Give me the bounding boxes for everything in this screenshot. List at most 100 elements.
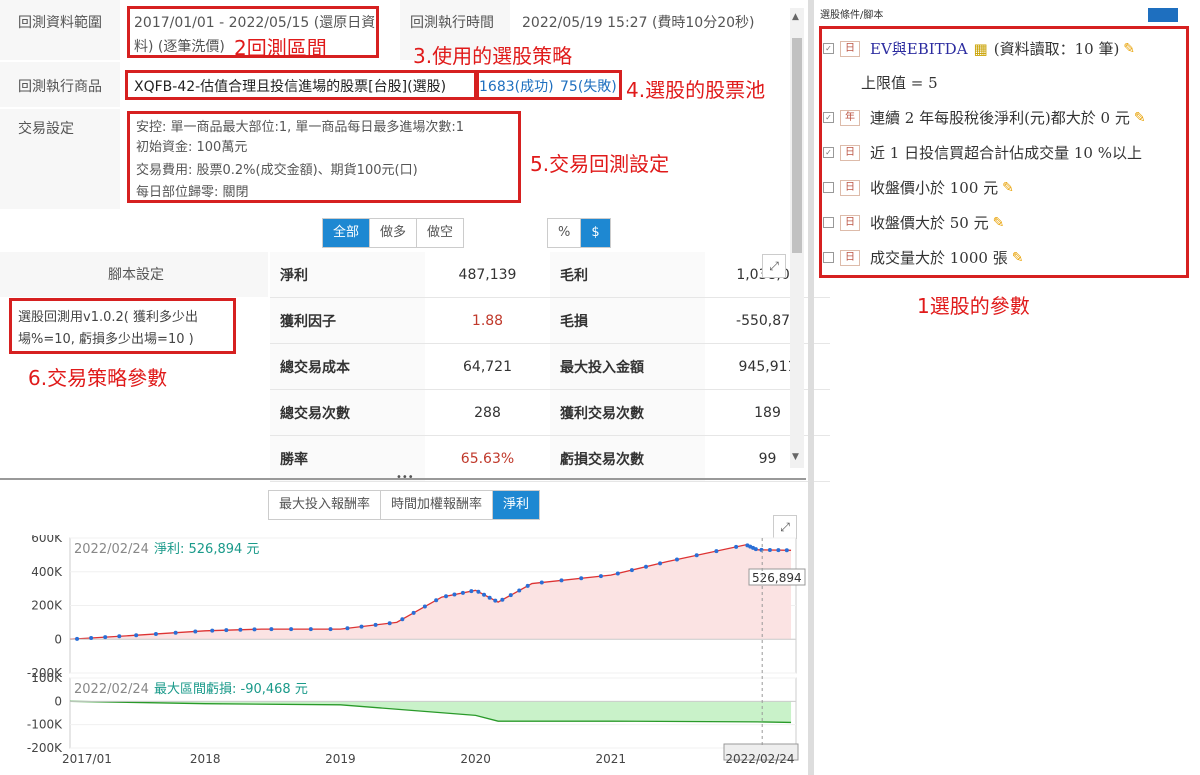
period-tag: 日: [840, 179, 860, 196]
scrollbar-thumb[interactable]: [792, 38, 802, 253]
trade-marker: [579, 576, 584, 581]
profit-date-label: 2022/02/24: [74, 542, 149, 557]
checkbox[interactable]: ✓: [823, 112, 834, 123]
stat-key: 虧損交易次數: [550, 435, 705, 482]
y-tick-label: 0: [54, 694, 62, 708]
scroll-up-icon[interactable]: ▲: [792, 12, 799, 22]
header-button[interactable]: [1148, 8, 1178, 22]
stat-key: 獲利因子: [270, 297, 425, 344]
trade-marker: [422, 604, 427, 609]
trade-marker: [487, 595, 492, 600]
edit-pencil-icon[interactable]: ✎: [1012, 250, 1024, 266]
trade-marker: [328, 627, 333, 632]
script-value-2: 場%=10, 虧損多少出場=10 ): [18, 332, 194, 347]
trade-marker: [629, 568, 634, 573]
x-tick-label: 2019: [325, 752, 356, 766]
period-tag: 日: [840, 249, 860, 266]
condition-item[interactable]: 日 收盤價大於 50 元 ✎: [823, 212, 1004, 233]
annotation-box-trade: [127, 111, 521, 203]
annotation-3: 3.使用的選股策略: [413, 44, 573, 68]
y-tick-label: 100K: [31, 671, 63, 685]
trade-marker: [103, 635, 108, 640]
condition-text: 成交量大於 1000 張: [870, 249, 1008, 267]
trade-marker: [89, 635, 94, 640]
stat-value: 65.63%: [425, 435, 550, 482]
filter-short-button[interactable]: 做空: [417, 219, 464, 247]
trade-marker: [493, 598, 498, 603]
condition-item[interactable]: ✓ 日 近 1 日投信買超合計佔成交量 10 %以上: [823, 142, 1142, 163]
right-panel-header: 選股條件/腳本: [820, 10, 884, 21]
x-tick-label: 2018: [190, 752, 221, 766]
trade-marker: [734, 544, 739, 549]
condition-text: 收盤價大於 50 元: [870, 214, 989, 232]
checkbox[interactable]: [823, 217, 834, 228]
edit-pencil-icon[interactable]: ✎: [1134, 110, 1146, 126]
y-tick-label: 200K: [31, 599, 63, 613]
table-row: 勝率 65.63% 虧損交易次數 99: [270, 435, 830, 482]
trade-marker: [210, 628, 215, 633]
param-text: 上限值 = 5: [861, 74, 938, 92]
filter-long-button[interactable]: 做多: [370, 219, 418, 247]
chart-icon[interactable]: ▦: [974, 40, 988, 58]
direction-filter-group: 全部 做多 做空: [322, 218, 465, 248]
tab-max-invest-return[interactable]: 最大投入報酬率: [269, 491, 382, 519]
edit-pencil-icon[interactable]: ✎: [993, 215, 1005, 231]
filter-all-button[interactable]: 全部: [323, 219, 371, 247]
trade-marker: [482, 592, 487, 597]
table-row: 總交易成本 64,721 最大投入金額 945,911: [270, 343, 830, 390]
filter-dollar-button[interactable]: $: [581, 219, 610, 247]
trade-marker: [173, 630, 178, 635]
upper-scrollbar[interactable]: ▲ ▼: [790, 8, 804, 468]
condition-item[interactable]: 日 成交量大於 1000 張 ✎: [823, 247, 1023, 268]
condition-item[interactable]: 日 收盤價小於 100 元 ✎: [823, 177, 1014, 198]
checkbox[interactable]: [823, 182, 834, 193]
tab-net-profit[interactable]: 淨利: [493, 491, 540, 519]
period-tag: 日: [840, 214, 860, 231]
unit-filter-group: % $: [547, 218, 611, 248]
checkbox[interactable]: ✓: [823, 43, 834, 54]
equity-chart: 600K400K200K0-200K 100K0-100K-200K 2022/…: [27, 535, 806, 766]
trade-marker: [784, 548, 789, 553]
y-tick-label: 0: [54, 632, 62, 646]
filter-percent-button[interactable]: %: [548, 219, 582, 247]
trade-marker: [308, 627, 313, 632]
stat-key: 淨利: [270, 252, 425, 298]
tab-time-weighted-return[interactable]: 時間加權報酬率: [381, 491, 494, 519]
stats-table: 淨利 487,139 毛利 1,038,01 獲利因子 1.88 毛損 -550…: [270, 252, 830, 482]
last-value-label: 526,894: [752, 571, 802, 585]
screening-conditions-panel: 選股條件/腳本 ✓ 日 EV與EBITDA ▦ (資料讀取：10 筆) ✎ 上限…: [815, 0, 1200, 775]
condition-name-link[interactable]: EV與EBITDA: [870, 38, 968, 59]
stat-key: 總交易次數: [270, 389, 425, 436]
condition-param: 上限值 = 5: [861, 72, 938, 93]
vertical-splitter[interactable]: [808, 0, 814, 775]
annotation-box-pool: [476, 70, 622, 100]
checkbox[interactable]: [823, 252, 834, 263]
trade-marker: [469, 589, 474, 594]
trade-marker: [452, 592, 457, 597]
expand-icon[interactable]: ⤢: [762, 254, 786, 278]
stat-value: 64,721: [425, 343, 550, 390]
trade-marker: [444, 594, 449, 599]
checkbox[interactable]: ✓: [823, 147, 834, 158]
trade-marker: [508, 593, 513, 598]
scroll-down-icon[interactable]: ▼: [792, 452, 799, 462]
trade-marker: [359, 624, 364, 629]
trade-marker: [658, 561, 663, 566]
trade-marker: [714, 549, 719, 554]
script-label: 腳本設定: [108, 267, 164, 283]
edit-pencil-icon[interactable]: ✎: [1123, 41, 1135, 57]
trade-marker: [500, 597, 505, 602]
trade-marker: [134, 633, 139, 638]
trade-marker: [224, 628, 229, 633]
annotation-2: 2回測區間: [234, 36, 327, 60]
dd-date-label: 2022/02/24: [74, 682, 149, 697]
condition-text: 收盤價小於 100 元: [870, 179, 999, 197]
edit-pencil-icon[interactable]: ✎: [1002, 180, 1014, 196]
trade-marker: [694, 553, 699, 558]
condition-item[interactable]: ✓ 年 連續 2 年每股稅後淨利(元)都大於 0 元 ✎: [823, 107, 1146, 128]
condition-item[interactable]: ✓ 日 EV與EBITDA ▦ (資料讀取：10 筆) ✎: [823, 38, 1135, 59]
table-row: 總交易次數 288 獲利交易次數 189: [270, 389, 830, 436]
splitter-handle-icon[interactable]: •••: [396, 472, 414, 483]
stat-key: 最大投入金額: [550, 343, 705, 390]
period-tag: 日: [840, 40, 860, 57]
